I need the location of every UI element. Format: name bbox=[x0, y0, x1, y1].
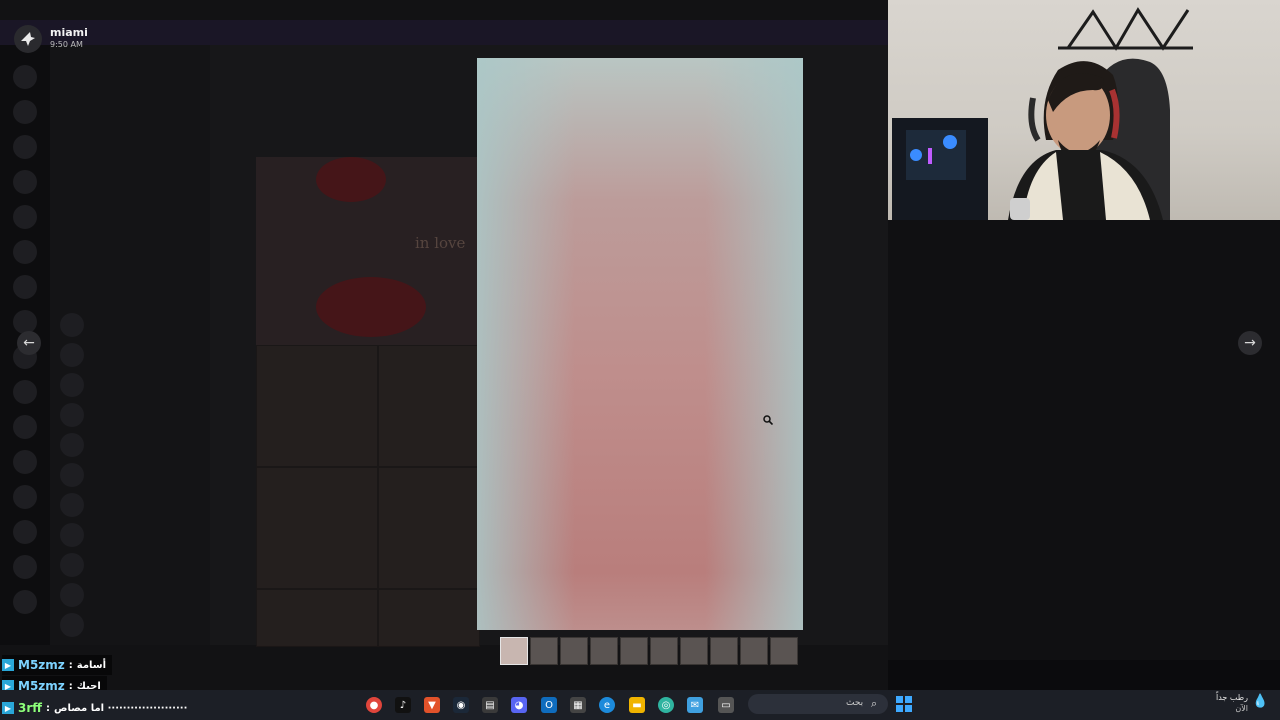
image-thumbnail[interactable] bbox=[500, 637, 528, 665]
dm-sidebar bbox=[50, 45, 210, 645]
badge-icon: ▶ bbox=[2, 702, 14, 714]
collage-text: in love bbox=[415, 234, 466, 252]
image-thumbnail[interactable] bbox=[560, 637, 588, 665]
previous-image-button[interactable]: ← bbox=[17, 331, 41, 355]
search-input[interactable] bbox=[748, 694, 888, 714]
discord-top-bar bbox=[0, 20, 888, 45]
chat-app-icon[interactable]: ✉ bbox=[687, 697, 703, 713]
brave-icon[interactable]: ▼ bbox=[424, 697, 440, 713]
image-thumbnail[interactable] bbox=[680, 637, 708, 665]
arrow-right-icon: → bbox=[1244, 335, 1256, 351]
image-thumbnail[interactable] bbox=[530, 637, 558, 665]
image-thumbnail[interactable] bbox=[620, 637, 648, 665]
edge-icon[interactable]: e bbox=[599, 697, 615, 713]
search-placeholder: بحث bbox=[846, 698, 864, 708]
badge-icon: ▶ bbox=[2, 659, 14, 671]
search-icon: ⌕ bbox=[871, 697, 878, 710]
image-thumbnail[interactable] bbox=[590, 637, 618, 665]
chat-message: ▶ M5zmz : أسامة bbox=[2, 655, 113, 675]
webcam-image bbox=[892, 7, 1193, 220]
outlook-icon[interactable]: O bbox=[541, 697, 557, 713]
copilot-icon[interactable]: ◎ bbox=[658, 697, 674, 713]
dm-timestamp: 9:50 AM bbox=[50, 40, 83, 49]
collage-image bbox=[256, 157, 480, 647]
chat-message: ▶ 3rff : اما مصاص ····················· bbox=[2, 698, 193, 718]
steam-icon[interactable]: ◉ bbox=[453, 697, 469, 713]
chat-text: أسامة bbox=[76, 659, 107, 671]
image-thumbnail[interactable] bbox=[770, 637, 798, 665]
window-icon[interactable]: ▭ bbox=[718, 697, 734, 713]
image-thumbnail[interactable] bbox=[740, 637, 768, 665]
water-drop-icon[interactable]: 💧 bbox=[1252, 694, 1268, 709]
dm-user-name[interactable]: miami bbox=[50, 26, 88, 39]
next-image-button[interactable]: → bbox=[1238, 331, 1262, 355]
thumbnail-strip bbox=[500, 637, 800, 665]
image-thumbnail[interactable] bbox=[650, 637, 678, 665]
arrow-left-icon: ← bbox=[23, 335, 35, 351]
chat-username: 3rff bbox=[18, 701, 42, 715]
tiktok-icon[interactable]: ♪ bbox=[395, 697, 411, 713]
store-icon[interactable]: ▦ bbox=[570, 697, 586, 713]
app-icon[interactable]: ▤ bbox=[482, 697, 498, 713]
folder-icon[interactable]: ▬ bbox=[629, 697, 645, 713]
discord-icon[interactable]: ◕ bbox=[511, 697, 527, 713]
weather-title: رطب جداً bbox=[1216, 693, 1248, 702]
image-viewer[interactable] bbox=[477, 58, 803, 630]
chat-text: اما مصاص ····················· bbox=[54, 702, 188, 714]
windows-start-icon[interactable] bbox=[896, 696, 912, 712]
zoom-cursor-icon bbox=[763, 410, 774, 426]
image-thumbnail[interactable] bbox=[710, 637, 738, 665]
bird-avatar-icon bbox=[21, 32, 35, 46]
webcam-feed bbox=[888, 0, 1280, 220]
weather-subtitle: الآن bbox=[1235, 704, 1248, 713]
avatar[interactable] bbox=[14, 25, 42, 53]
profile-panel bbox=[888, 220, 1280, 660]
chat-username: M5zmz bbox=[18, 658, 65, 672]
chrome-icon[interactable]: ● bbox=[366, 697, 382, 713]
